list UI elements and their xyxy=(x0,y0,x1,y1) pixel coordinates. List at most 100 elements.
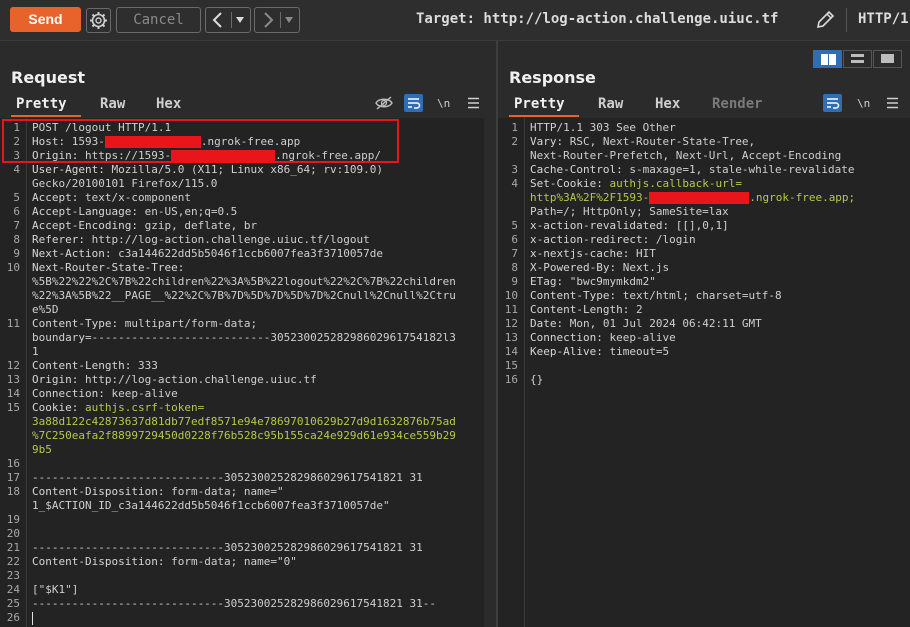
line-number: 11 xyxy=(6,317,20,330)
line-number: 6 xyxy=(511,233,518,246)
request-scrollbar[interactable] xyxy=(484,118,496,627)
response-tab-hex[interactable]: Hex xyxy=(655,96,680,112)
forward-nav-button[interactable] xyxy=(254,7,300,33)
line-number: 8 xyxy=(511,261,518,274)
line-number: 16 xyxy=(504,373,518,386)
header-name: ETag: xyxy=(530,275,570,288)
line-text: %7C250eafa2f8899729450d0228f76b528c95b15… xyxy=(32,429,456,443)
line-text: 1 xyxy=(32,345,39,359)
header-value: Next.js xyxy=(622,261,670,274)
line-number: 2 xyxy=(511,135,518,148)
line-text: Connection: keep-alive xyxy=(32,387,178,401)
request-tab-hex[interactable]: Hex xyxy=(156,96,181,112)
cookie-value: 9b5 xyxy=(32,443,52,456)
code-line: 18 Content-Disposition: form-data; name=" xyxy=(0,485,484,499)
header-name: x-action-redirect: xyxy=(530,233,656,246)
response-editor[interactable]: 1 HTTP/1.1 303 See Other 2 Vary: RSC, Next-… xyxy=(498,118,910,627)
cookie-value: http%3A%2F%2F1593- xyxy=(530,191,650,204)
newline-icon[interactable]: \n xyxy=(436,96,452,110)
header-value: Gecko/20100101 Firefox/115.0 xyxy=(32,177,218,190)
header-value: http://log-action.challenge.uiuc.tf xyxy=(84,373,317,386)
wrap-lines-icon[interactable] xyxy=(823,94,842,112)
code-line: http%3A%2F%2F1593- .ngrok-free.app; xyxy=(498,191,910,205)
header-value: gzip, deflate, br xyxy=(144,219,258,232)
line-content: ["$K1"] xyxy=(32,583,79,596)
header-name: Keep-Alive: xyxy=(530,345,610,358)
line-number: 11 xyxy=(504,303,518,316)
line-text: x-nextjs-cache: HIT xyxy=(530,247,656,261)
line-text: -----------------------------30523002528… xyxy=(32,471,423,485)
header-value: s-maxage=1, stale-while-revalidate xyxy=(629,163,855,176)
code-line: 5 Accept: text/x-component xyxy=(0,191,484,205)
menu-icon[interactable] xyxy=(467,97,480,109)
settings-button[interactable] xyxy=(86,8,111,33)
view-split-horizontal-button[interactable] xyxy=(813,50,842,68)
http-version-label[interactable]: HTTP/1 xyxy=(858,11,909,27)
header-value: 1 xyxy=(32,345,39,358)
response-tab-render[interactable]: Render xyxy=(712,96,763,112)
line-number: 13 xyxy=(6,373,20,386)
code-line: 9b5 xyxy=(0,443,484,457)
header-name: x-nextjs-cache: xyxy=(530,247,636,260)
line-text: Cache-Control: s-maxage=1, stale-while-r… xyxy=(530,163,855,177)
header-value: 333 xyxy=(137,359,158,372)
line-number: 19 xyxy=(6,513,20,526)
request-tab-pretty[interactable]: Pretty xyxy=(16,96,67,112)
code-line: 2 Vary: RSC, Next-Router-State-Tree, xyxy=(498,135,910,149)
view-split-vertical-button[interactable] xyxy=(843,50,872,68)
line-number: 10 xyxy=(504,289,518,302)
newline-icon[interactable]: \n xyxy=(856,96,872,110)
line-text: 1_$ACTION_ID_c3a144622dd5b5046f1ccb6007f… xyxy=(32,499,390,513)
header-name: Origin: xyxy=(32,373,85,386)
line-text: Connection: keep-alive xyxy=(530,331,676,345)
header-name: X-Powered-By: xyxy=(530,261,623,274)
line-text: Vary: RSC, Next-Router-State-Tree, xyxy=(530,135,755,149)
header-value: form-data; name=" xyxy=(171,485,284,498)
line-content: HTTP/1.1 303 See Other xyxy=(530,121,676,134)
line-text: Date: Mon, 01 Jul 2024 06:42:11 GMT xyxy=(530,317,762,331)
send-button[interactable]: Send xyxy=(10,7,81,32)
header-value: RSC, Next-Router-State-Tree, xyxy=(569,135,756,148)
code-line: 1 HTTP/1.1 303 See Other xyxy=(498,121,910,135)
menu-icon[interactable] xyxy=(886,97,899,109)
header-name: Accept: xyxy=(32,191,85,204)
header-name: Referer: xyxy=(32,233,92,246)
code-line: 20 xyxy=(0,527,484,541)
line-text: Accept: text/x-component xyxy=(32,191,191,205)
cancel-button[interactable]: Cancel xyxy=(116,7,201,33)
line-text: e%5D xyxy=(32,303,59,317)
header-value: %22%3A%5B%22__PAGE__%22%2C%7B%7D%5D%7D%5… xyxy=(32,289,456,302)
back-nav-button[interactable] xyxy=(205,7,251,33)
view-single-button[interactable] xyxy=(873,50,902,68)
code-line: 23 xyxy=(0,569,484,583)
pencil-icon[interactable] xyxy=(814,9,836,31)
line-number: 20 xyxy=(6,527,20,540)
code-line: 1 xyxy=(0,345,484,359)
code-line: 4 Set-Cookie: authjs.callback-url= xyxy=(498,177,910,191)
line-text: Accept-Language: en-US,en;q=0.5 xyxy=(32,205,237,219)
header-value: Mozilla/5.0 (X11; Linux x86_64; rv:109.0… xyxy=(111,163,384,176)
code-line: 11 Content-Length: 2 xyxy=(498,303,910,317)
line-text: Content-Length: 333 xyxy=(32,359,158,373)
request-tab-underline xyxy=(11,115,81,117)
line-number: 5 xyxy=(13,191,20,204)
code-line: 6 Accept-Language: en-US,en;q=0.5 xyxy=(0,205,484,219)
response-tab-pretty[interactable]: Pretty xyxy=(514,96,565,112)
code-line: 9 ETag: "bwc9mymkdm2" xyxy=(498,275,910,289)
line-number: 24 xyxy=(6,583,20,596)
request-editor[interactable]: 1 POST /logout HTTP/1.1 2 Host: 1593- .ngrok… xyxy=(0,118,484,627)
header-value: boundary=---------------------------3052… xyxy=(32,331,456,344)
cookie-value: authjs.csrf-token= xyxy=(84,401,205,414)
line-number: 22 xyxy=(6,555,20,568)
hide-eye-icon[interactable] xyxy=(375,95,393,111)
response-tab-raw[interactable]: Raw xyxy=(598,96,623,112)
request-tab-raw[interactable]: Raw xyxy=(100,96,125,112)
code-line: 12 Content-Length: 333 xyxy=(0,359,484,373)
header-name: Content-Disposition: xyxy=(32,555,172,568)
header-value: "bwc9mymkdm2" xyxy=(569,275,656,288)
line-text: Gecko/20100101 Firefox/115.0 xyxy=(32,177,217,191)
line-text: HTTP/1.1 303 See Other xyxy=(530,121,676,135)
wrap-lines-icon[interactable] xyxy=(404,94,423,112)
code-line: 7 Accept-Encoding: gzip, deflate, br xyxy=(0,219,484,233)
header-value: Next-Router-Prefetch, Next-Url, Accept-E… xyxy=(530,149,842,162)
